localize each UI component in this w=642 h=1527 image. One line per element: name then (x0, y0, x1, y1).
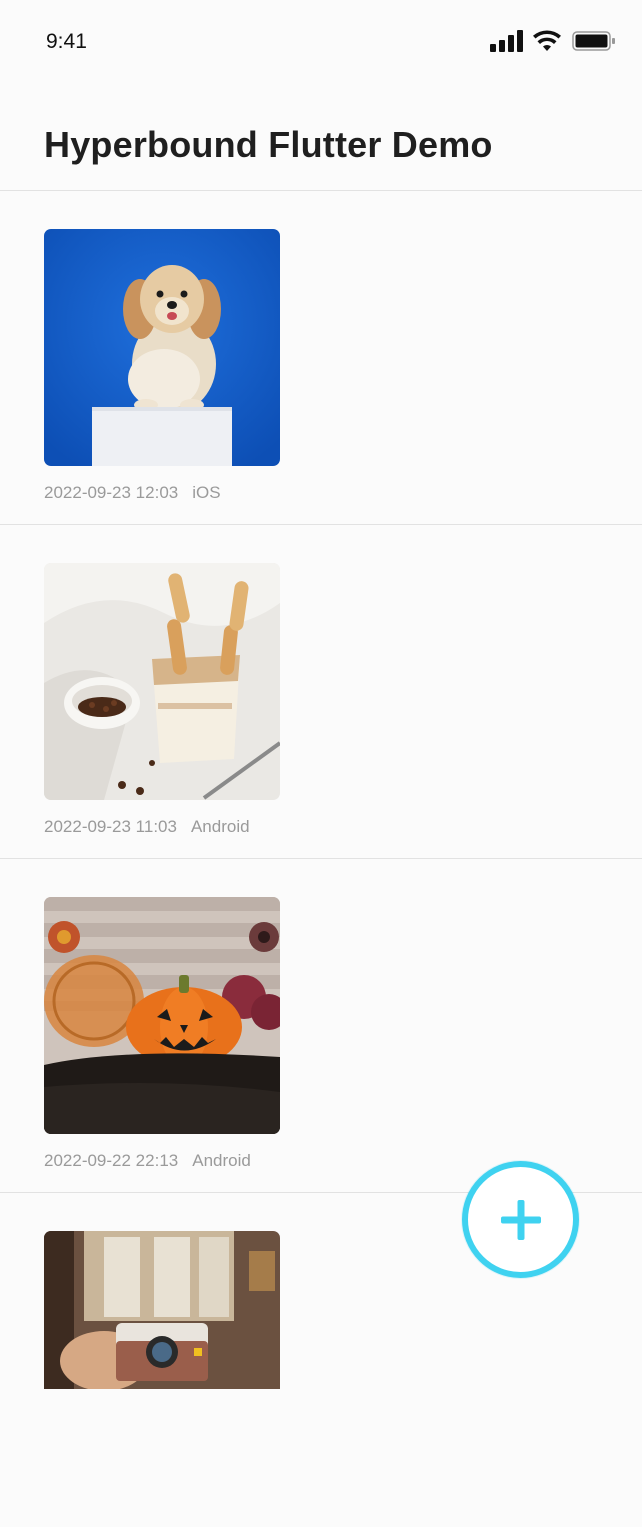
post-image[interactable] (44, 1231, 280, 1389)
post-card[interactable]: 2022-09-22 22:13 Android (0, 859, 642, 1193)
post-card[interactable]: 2022-09-23 11:03 Android (0, 525, 642, 859)
wifi-icon (533, 30, 561, 51)
post-platform: Android (192, 1151, 251, 1170)
post-meta: 2022-09-23 11:03 Android (44, 817, 250, 837)
post-image[interactable] (44, 229, 280, 466)
post-timestamp: 2022-09-22 22:13 (44, 1151, 179, 1170)
post-feed[interactable]: 2022-09-23 12:03 iOS 2022-09-23 11:03 An… (0, 191, 642, 1527)
post-meta: 2022-09-22 22:13 Android (44, 1151, 251, 1171)
cellular-signal-icon (490, 30, 523, 52)
post-image[interactable] (44, 563, 280, 800)
post-card[interactable]: 2022-09-23 12:03 iOS (0, 191, 642, 525)
post-timestamp: 2022-09-23 11:03 (44, 817, 177, 836)
page-title: Hyperbound Flutter Demo (44, 124, 493, 165)
add-post-button[interactable] (462, 1161, 579, 1278)
app-bar: Hyperbound Flutter Demo (0, 88, 642, 191)
battery-icon (572, 31, 615, 51)
post-platform: Android (190, 817, 250, 836)
status-bar: 9:41 (0, 0, 642, 88)
post-platform: iOS (192, 483, 221, 502)
post-meta: 2022-09-23 12:03 iOS (44, 483, 221, 503)
plus-icon (500, 1199, 541, 1240)
status-time: 9:41 (46, 30, 87, 53)
post-timestamp: 2022-09-23 12:03 (44, 483, 179, 502)
post-image[interactable] (44, 897, 280, 1134)
